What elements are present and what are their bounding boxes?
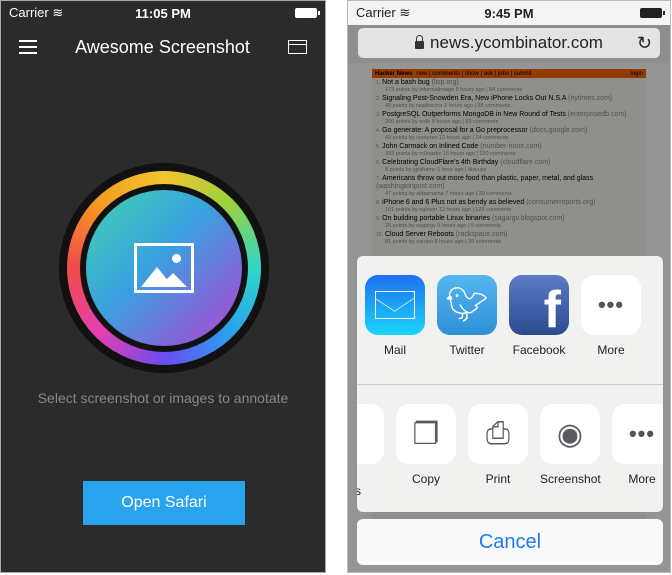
cancel-button[interactable]: Cancel	[357, 519, 663, 565]
safari-phone: Hacker News new | comments | show | ask …	[347, 0, 671, 573]
screenshot-icon: ◉	[540, 404, 600, 464]
label: More	[628, 472, 656, 486]
pick-image-button[interactable]	[59, 163, 269, 373]
twitter-icon: 🐦︎	[437, 275, 497, 335]
action-screenshot[interactable]: ◉ Screenshot	[540, 404, 601, 486]
label: Twitter	[449, 343, 485, 357]
image-icon	[134, 243, 194, 293]
action-copy[interactable]: ❐ Copy	[396, 404, 456, 486]
share-twitter[interactable]: 🐦︎ Twitter	[437, 275, 497, 357]
action-partial[interactable]	[357, 404, 384, 486]
carrier: Carrier ≋	[9, 5, 64, 20]
folder-icon[interactable]	[287, 40, 307, 54]
battery-icon	[295, 8, 320, 18]
mail-icon	[365, 275, 425, 335]
address-bar[interactable]: news.ycombinator.com ↻	[358, 28, 660, 58]
share-facebook[interactable]: f Facebook	[509, 275, 569, 357]
label: Mail	[383, 343, 406, 357]
action-print[interactable]: ⎙ Print	[468, 404, 528, 486]
print-icon: ⎙	[468, 404, 528, 464]
battery-icon	[640, 8, 665, 18]
label: Print	[485, 472, 511, 486]
hint-text: Select screenshot or images to annotate	[37, 390, 289, 406]
share-row: Mail 🐦︎ Twitter f Facebook ••• More	[365, 275, 663, 357]
wifi-icon: ≋	[399, 5, 411, 20]
status-bar: Carrier ≋ 11:05 PM	[1, 1, 325, 25]
facebook-icon: f	[509, 275, 569, 335]
open-safari-button[interactable]: Open Safari	[83, 481, 245, 525]
copy-icon: ❐	[396, 404, 456, 464]
bookmarks-icon	[357, 404, 384, 464]
divider	[357, 384, 663, 385]
reload-icon[interactable]: ↻	[637, 33, 652, 54]
carrier: Carrier ≋	[356, 5, 411, 20]
more-icon: •••	[612, 404, 663, 464]
label: Screenshot	[540, 472, 601, 486]
nav-bar: Awesome Screenshot	[1, 25, 325, 69]
share-more[interactable]: ••• More	[581, 275, 641, 357]
awesome-screenshot-phone: Carrier ≋ 11:05 PM Awesome Screenshot Se…	[0, 0, 326, 573]
partial-label: ks	[357, 484, 361, 498]
share-mail[interactable]: Mail	[365, 275, 425, 357]
label: Copy	[411, 472, 440, 486]
wifi-icon: ≋	[52, 5, 64, 20]
label: Facebook	[512, 343, 566, 357]
app-title: Awesome Screenshot	[75, 36, 250, 57]
label: More	[597, 343, 625, 357]
action-more[interactable]: ••• More	[612, 404, 663, 486]
status-bar: Carrier ≋ 9:45 PM	[348, 1, 670, 25]
more-icon: •••	[581, 275, 641, 335]
url-text: news.ycombinator.com	[430, 33, 603, 52]
action-row: ❐ Copy ⎙ Print ◉ Screenshot ••• More	[357, 404, 663, 486]
share-sheet: Mail 🐦︎ Twitter f Facebook ••• More ❐ Copy ⎙…	[357, 256, 663, 512]
lock-icon	[415, 35, 425, 49]
menu-icon[interactable]	[19, 40, 37, 54]
